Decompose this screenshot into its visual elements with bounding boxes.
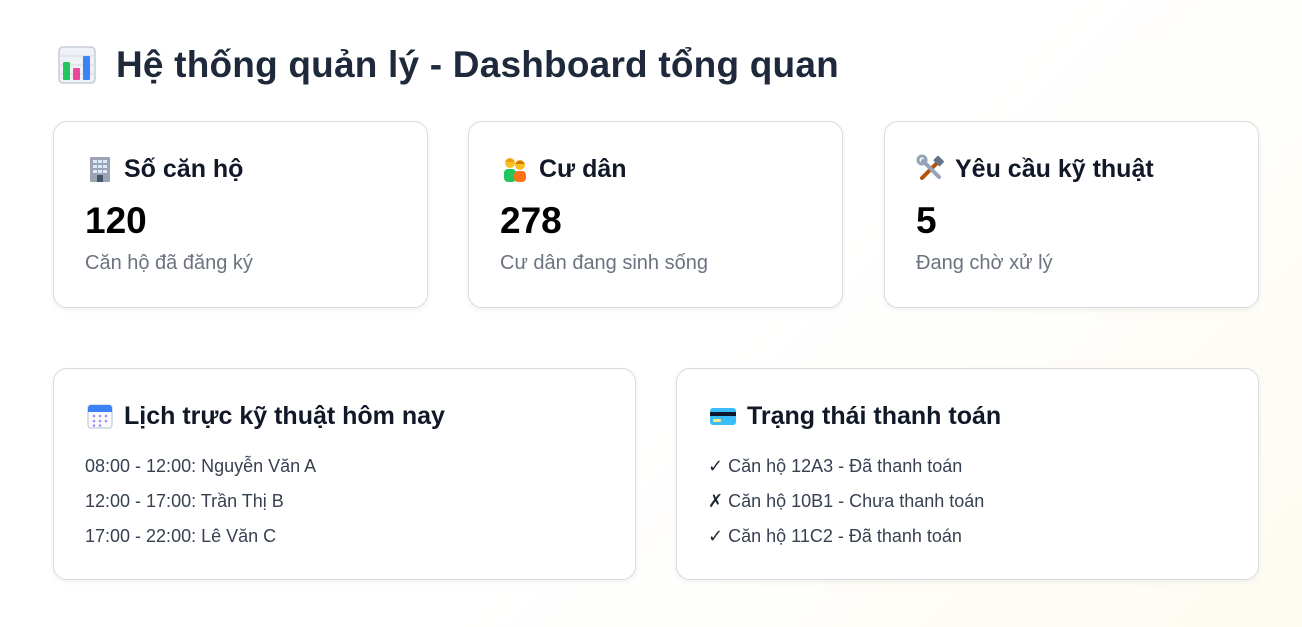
stat-card-header: Cư dân — [500, 152, 842, 186]
stat-description: Cư dân đang sinh sống — [500, 252, 708, 274]
list-item: 12:00 - 17:00: Trần Thị B — [85, 491, 284, 511]
payment-card-title: Trạng thái thanh toán — [747, 401, 1002, 430]
schedule-card-title: Lịch trực kỹ thuật hôm nay — [124, 401, 445, 430]
stat-card-title: Cư dân — [539, 154, 627, 183]
payment-status-card: Trạng thái thanh toán ✓ Căn hộ 12A3 - Đã … — [676, 368, 1259, 580]
stat-description: Căn hộ đã đăng ký — [85, 252, 253, 274]
stat-value: 120 — [85, 200, 147, 241]
status-mark: ✗ — [708, 491, 724, 512]
schedule-card: Lịch trực kỹ thuật hôm nay 08:00 - 12:00… — [53, 368, 636, 580]
stat-card-title: Số căn hộ — [124, 154, 244, 183]
tools-icon — [916, 154, 946, 184]
status-mark: ✓ — [708, 526, 724, 547]
status-mark: ✓ — [708, 456, 724, 477]
schedule-card-header: Lịch trực kỹ thuật hôm nay — [85, 399, 635, 433]
list-item: 08:00 - 12:00: Nguyễn Văn A — [85, 456, 317, 476]
calendar-icon — [85, 401, 115, 431]
payment-text: Căn hộ 11C2 - Đã thanh toán — [728, 526, 962, 546]
list-item: ✗ Căn hộ 10B1 - Chưa thanh toán — [708, 490, 1258, 525]
stat-value: 5 — [916, 200, 937, 241]
stat-card-title: Yêu cầu kỹ thuật — [955, 154, 1154, 183]
stat-card-apartments: Số căn hộ 120 Căn hộ đã đăng ký — [53, 121, 428, 308]
stat-card-residents: Cư dân 278 Cư dân đang sinh sống — [468, 121, 843, 308]
building-icon — [85, 154, 115, 184]
list-item: ✓ Căn hộ 11C2 - Đã thanh toán — [708, 525, 1258, 560]
stat-card-header: Yêu cầu kỹ thuật — [916, 152, 1258, 186]
list-item: ✓ Căn hộ 12A3 - Đã thanh toán — [708, 455, 1258, 490]
bar-chart-icon — [58, 46, 96, 84]
stat-description: Đang chờ xử lý — [916, 252, 1053, 274]
payment-list: ✓ Căn hộ 12A3 - Đã thanh toán ✗ Căn hộ 10B… — [708, 455, 1258, 560]
schedule-list: 08:00 - 12:00: Nguyễn Văn A 12:00 - 17:0… — [85, 455, 635, 560]
payment-text: Căn hộ 12A3 - Đã thanh toán — [728, 456, 963, 476]
payment-card-header: Trạng thái thanh toán — [708, 399, 1258, 433]
page-title: Hệ thống quản lý - Dashboard tổng quan — [58, 44, 839, 86]
people-icon — [500, 154, 530, 184]
payment-text: Căn hộ 10B1 - Chưa thanh toán — [728, 491, 985, 511]
stat-card-header: Số căn hộ — [85, 152, 427, 186]
list-item: 17:00 - 22:00: Lê Văn C — [85, 526, 277, 546]
credit-card-icon — [708, 401, 738, 431]
stat-value: 278 — [500, 200, 562, 241]
stat-card-tech-requests: Yêu cầu kỹ thuật 5 Đang chờ xử lý — [884, 121, 1259, 308]
page-title-text: Hệ thống quản lý - Dashboard tổng quan — [116, 44, 839, 85]
